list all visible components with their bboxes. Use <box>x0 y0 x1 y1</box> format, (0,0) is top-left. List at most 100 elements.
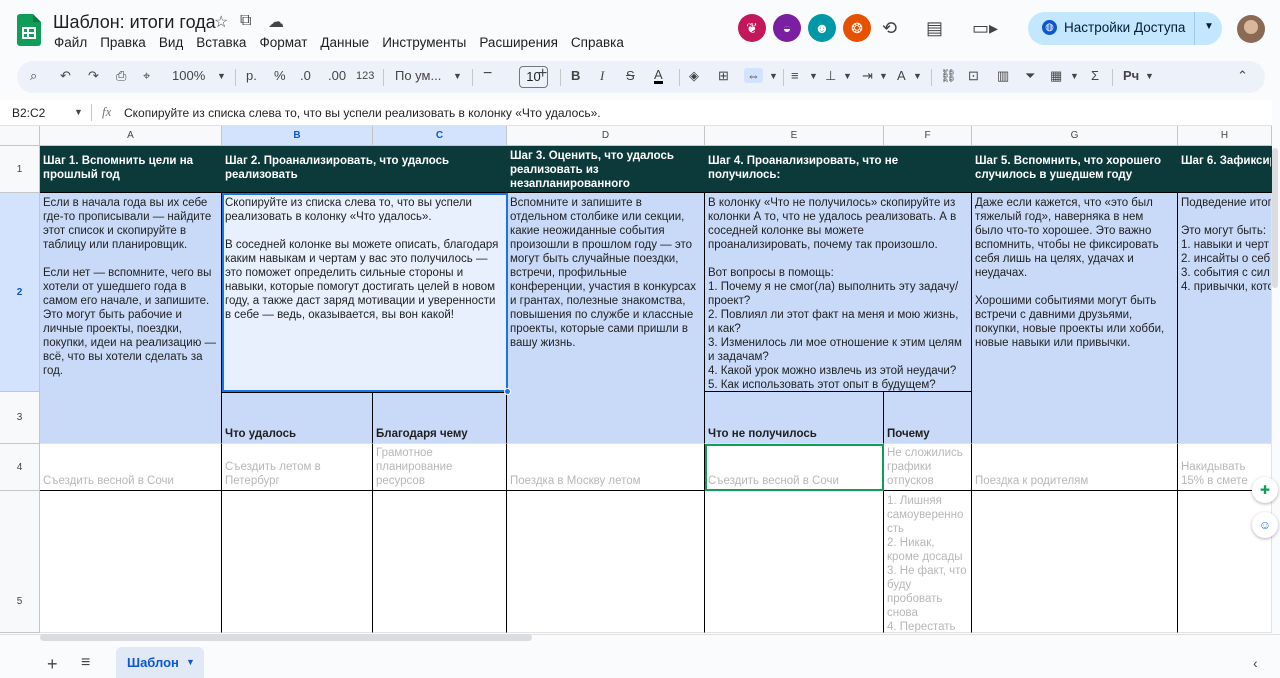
row-header-5[interactable]: 5 <box>0 491 40 633</box>
menu-data[interactable]: Данные <box>320 35 369 50</box>
row-header-2[interactable]: 2 <box>0 193 40 392</box>
cell-g2[interactable]: Даже если кажется, что «это был тяжелый … <box>972 193 1178 444</box>
avatar[interactable] <box>1237 15 1265 43</box>
cell-d1[interactable]: Шаг 3. Оценить, что удалось реализовать … <box>507 146 705 193</box>
cell-a1[interactable]: Шаг 1. Вспомнить цели на прошлый год <box>40 146 222 193</box>
currency-format-button[interactable]: р. <box>246 68 257 83</box>
font-size-decrease-button[interactable]: − <box>483 65 492 83</box>
cell-a2[interactable]: Если в начала года вы их себе где-то про… <box>40 193 222 444</box>
select-all-corner[interactable] <box>0 126 40 146</box>
row-header-4[interactable]: 4 <box>0 444 40 491</box>
cell-a4[interactable]: Съездить весной в Сочи <box>40 444 222 491</box>
collapse-toolbar-icon[interactable]: ⌃ <box>1237 68 1248 84</box>
horizontal-scrollbar[interactable] <box>40 634 532 641</box>
formula-input[interactable]: Скопируйте из списка слева то, что вы ус… <box>124 106 601 120</box>
cell-c5[interactable] <box>373 491 507 633</box>
cell-e4[interactable]: Съездить весной в Сочи <box>705 444 884 491</box>
column-header-f[interactable]: F <box>884 126 972 146</box>
history-icon[interactable]: ⟲ <box>882 18 897 39</box>
bold-button[interactable]: B <box>571 68 580 83</box>
font-size-increase-button[interactable]: + <box>538 65 547 83</box>
cell-b5[interactable] <box>222 491 373 633</box>
increase-decimal-button[interactable]: .00 <box>328 68 346 83</box>
comment-icon[interactable]: ▤ <box>926 18 943 39</box>
column-header-a[interactable]: A <box>40 126 222 146</box>
cell-f3[interactable]: Почему <box>884 392 972 444</box>
menu-insert[interactable]: Вставка <box>196 35 246 50</box>
cell-g5[interactable] <box>972 491 1178 633</box>
vertical-scrollbar[interactable] <box>1272 148 1278 288</box>
chevron-down-icon[interactable]: ▼ <box>1145 71 1154 81</box>
percent-format-button[interactable]: % <box>274 68 286 83</box>
fill-color-icon[interactable]: ◈ <box>689 68 699 84</box>
column-header-e[interactable]: E <box>705 126 884 146</box>
redo-icon[interactable]: ↷ <box>88 68 99 84</box>
cloud-icon[interactable]: ☁ <box>268 12 284 32</box>
cell-f5[interactable]: 1. Лишняя самоуверенность 2. Никак, кром… <box>884 491 972 633</box>
chevron-down-icon[interactable]: ▼ <box>1070 71 1079 81</box>
cell-b3[interactable]: Что удалось <box>222 392 373 444</box>
menu-help[interactable]: Справка <box>571 35 624 50</box>
add-comment-icon[interactable]: ⊡ <box>968 68 979 84</box>
name-box[interactable]: B2:C2 <box>12 106 45 120</box>
cell-a5[interactable] <box>40 491 222 633</box>
chart-icon[interactable]: ▥ <box>997 68 1009 84</box>
undo-icon[interactable]: ↶ <box>60 68 71 84</box>
chevron-left-icon[interactable]: ‹ <box>1253 655 1258 671</box>
chevron-down-icon[interactable]: ▼ <box>186 657 195 667</box>
italic-button[interactable]: I <box>600 68 604 84</box>
filter-icon[interactable]: ⏷ <box>1025 68 1035 84</box>
assistant-icon[interactable]: ☺ <box>1252 512 1278 538</box>
text-rotate-icon[interactable]: A <box>897 68 906 83</box>
chevron-down-icon[interactable]: ▼ <box>809 71 818 81</box>
add-sheet-icon[interactable]: + <box>47 654 58 675</box>
merge-cells-icon[interactable]: ⇔ <box>744 68 763 83</box>
star-icon[interactable]: ☆ <box>214 12 228 32</box>
text-color-button[interactable]: A <box>654 68 663 84</box>
cell-f4[interactable]: Не сложились графики отпусков <box>884 444 972 491</box>
column-header-d[interactable]: D <box>507 126 705 146</box>
text-wrap-icon[interactable]: ⇥ <box>862 68 873 84</box>
filter-views-icon[interactable]: ▦ <box>1050 68 1062 84</box>
share-button[interactable]: ◍ Настройки Доступа ▼ <box>1028 12 1222 45</box>
sheets-logo-icon[interactable] <box>17 14 41 46</box>
cell-c4[interactable]: Грамотное планирование ресурсов <box>373 444 507 491</box>
chevron-down-icon[interactable]: ▼ <box>217 71 226 81</box>
cell-g4[interactable]: Поездка к родителям <box>972 444 1178 491</box>
row-header-1[interactable]: 1 <box>0 146 40 193</box>
cell-h5[interactable] <box>1178 491 1272 633</box>
all-sheets-icon[interactable]: ≡ <box>81 654 90 672</box>
cell-e3[interactable]: Что не получилось <box>705 392 884 444</box>
functions-icon[interactable]: Σ <box>1091 68 1099 83</box>
column-header-b[interactable]: B <box>222 126 373 146</box>
cell-e1[interactable]: Шаг 4. Проанализировать, что не получило… <box>705 146 972 193</box>
move-icon[interactable]: ⧉ <box>240 12 251 30</box>
column-header-g[interactable]: G <box>972 126 1178 146</box>
doc-title[interactable]: Шаблон: итоги года <box>53 12 216 33</box>
cell-e2[interactable]: В колонку «Что не получилось» скопируйте… <box>705 193 972 392</box>
chevron-down-icon[interactable]: ▼ <box>1204 21 1214 32</box>
column-header-h[interactable]: H <box>1178 126 1272 146</box>
cell-d5[interactable] <box>507 491 705 633</box>
link-icon[interactable]: ⛓ <box>940 68 957 84</box>
align-horizontal-icon[interactable]: ≡ <box>791 68 799 83</box>
input-tools-button[interactable]: Рч <box>1123 68 1139 83</box>
chevron-down-icon[interactable]: ▼ <box>769 71 778 81</box>
cell-c3[interactable]: Благодаря чему <box>373 392 507 444</box>
spreadsheet-grid[interactable]: A B C D E F G H 1 2 3 4 5 Шаг 1. Вспомни… <box>0 126 1272 633</box>
video-icon[interactable]: ▭▸ <box>972 18 998 39</box>
menu-edit[interactable]: Правка <box>100 35 146 50</box>
print-icon[interactable]: ⎙ <box>116 68 126 84</box>
decrease-decimal-button[interactable]: .0 <box>300 68 311 83</box>
number-format-button[interactable]: 123 <box>356 70 374 82</box>
cell-d4[interactable]: Поездка в Москву летом <box>507 444 705 491</box>
sheet-tab[interactable]: Шаблон ▼ <box>116 647 204 678</box>
cell-b1[interactable]: Шаг 2. Проанализировать, что удалось реа… <box>222 146 507 193</box>
cell-e5[interactable] <box>705 491 884 633</box>
align-vertical-icon[interactable]: ⊥ <box>825 68 836 84</box>
collaborator-avatar[interactable]: ◒ <box>773 14 801 42</box>
paint-format-icon[interactable]: ⌖ <box>143 68 150 84</box>
fill-handle[interactable] <box>504 388 511 395</box>
chevron-down-icon[interactable]: ▼ <box>879 71 888 81</box>
cell-h1[interactable]: Шаг 6. Зафиксиру вы поняли о себе <box>1178 146 1272 193</box>
